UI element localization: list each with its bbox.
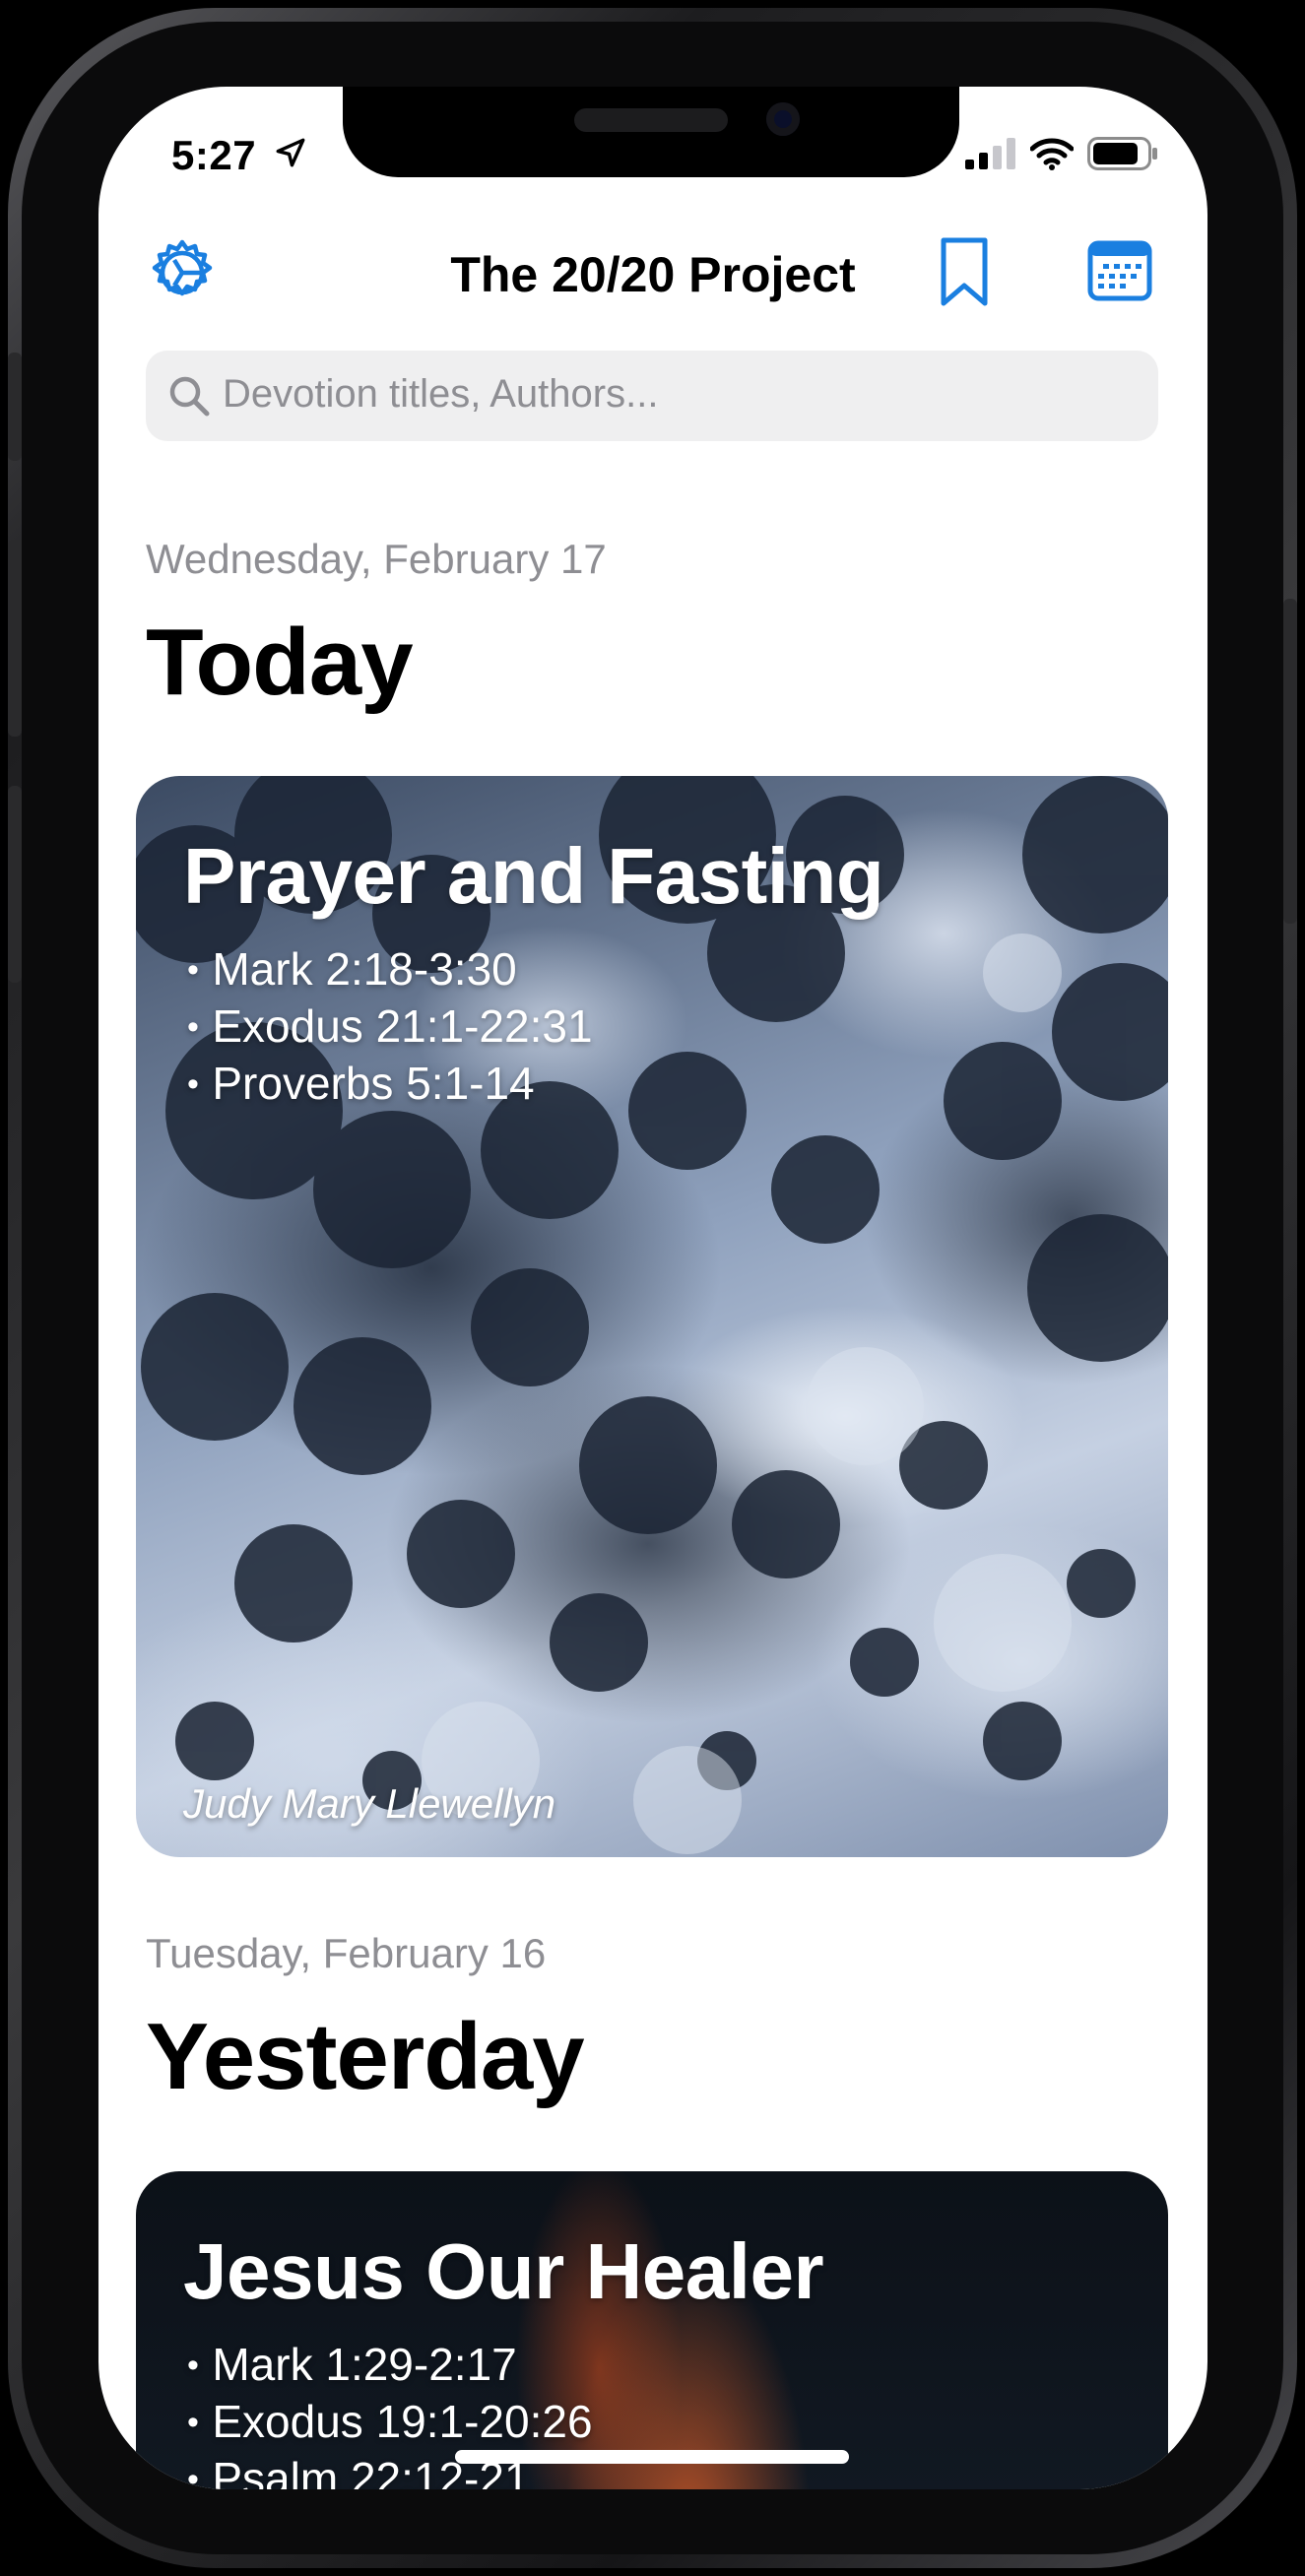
devotion-title: Prayer and Fasting — [183, 832, 884, 920]
bookmark-icon[interactable] — [939, 236, 990, 309]
front-camera — [766, 102, 800, 136]
devotion-title: Jesus Our Healer — [183, 2227, 824, 2315]
devotion-card[interactable]: Jesus Our Healer Mark 1:29-2:17 Exodus 1… — [136, 2171, 1168, 2489]
reading-list: Mark 1:29-2:17 Exodus 19:1-20:26 Psalm 2… — [187, 2337, 593, 2489]
location-arrow-icon — [276, 138, 305, 167]
reading-item: Exodus 19:1-20:26 — [187, 2394, 592, 2451]
search-icon — [169, 376, 210, 417]
battery-icon — [1087, 137, 1157, 170]
search-input[interactable]: Devotion titles, Authors... — [146, 351, 1158, 441]
earpiece-speaker — [574, 108, 728, 132]
app-screen: 5:27 The 20/20 Project Devotion titles, … — [98, 87, 1207, 2489]
cellular-signal-icon — [965, 138, 1015, 169]
home-indicator[interactable] — [455, 2450, 849, 2464]
reading-item: Exodus 21:1-22:31 — [187, 998, 592, 1056]
status-time: 5:27 — [171, 132, 257, 178]
reading-item: Mark 1:29-2:17 — [187, 2337, 593, 2394]
silent-switch — [8, 353, 22, 461]
app-title: The 20/20 Project — [450, 247, 856, 302]
reading-item: Proverbs 5:1-14 — [187, 1056, 593, 1113]
reading-list: Mark 2:18-3:30 Exodus 21:1-22:31 Proverb… — [187, 941, 593, 1113]
devotion-author: Judy Mary Llewellyn — [183, 1780, 556, 1827]
device-notch — [343, 87, 959, 177]
devotion-card[interactable]: Prayer and Fasting Mark 2:18-3:30 Exodus… — [136, 776, 1168, 1857]
side-button — [1283, 599, 1297, 924]
wifi-icon — [1030, 138, 1074, 170]
section-date: Wednesday, February 17 — [146, 536, 607, 582]
navigation-bar: The 20/20 Project — [98, 234, 1207, 343]
status-indicators — [965, 136, 1158, 171]
forest-snow-image — [136, 776, 1168, 1854]
section-date: Tuesday, February 16 — [146, 1930, 547, 1976]
section-heading: Today — [146, 610, 414, 715]
volume-down-button — [8, 786, 22, 983]
volume-up-button — [8, 540, 22, 737]
section-heading: Yesterday — [146, 2004, 585, 2109]
reading-item: Mark 2:18-3:30 — [187, 941, 593, 998]
calendar-icon[interactable] — [1087, 240, 1152, 301]
search-placeholder: Devotion titles, Authors... — [223, 372, 659, 416]
